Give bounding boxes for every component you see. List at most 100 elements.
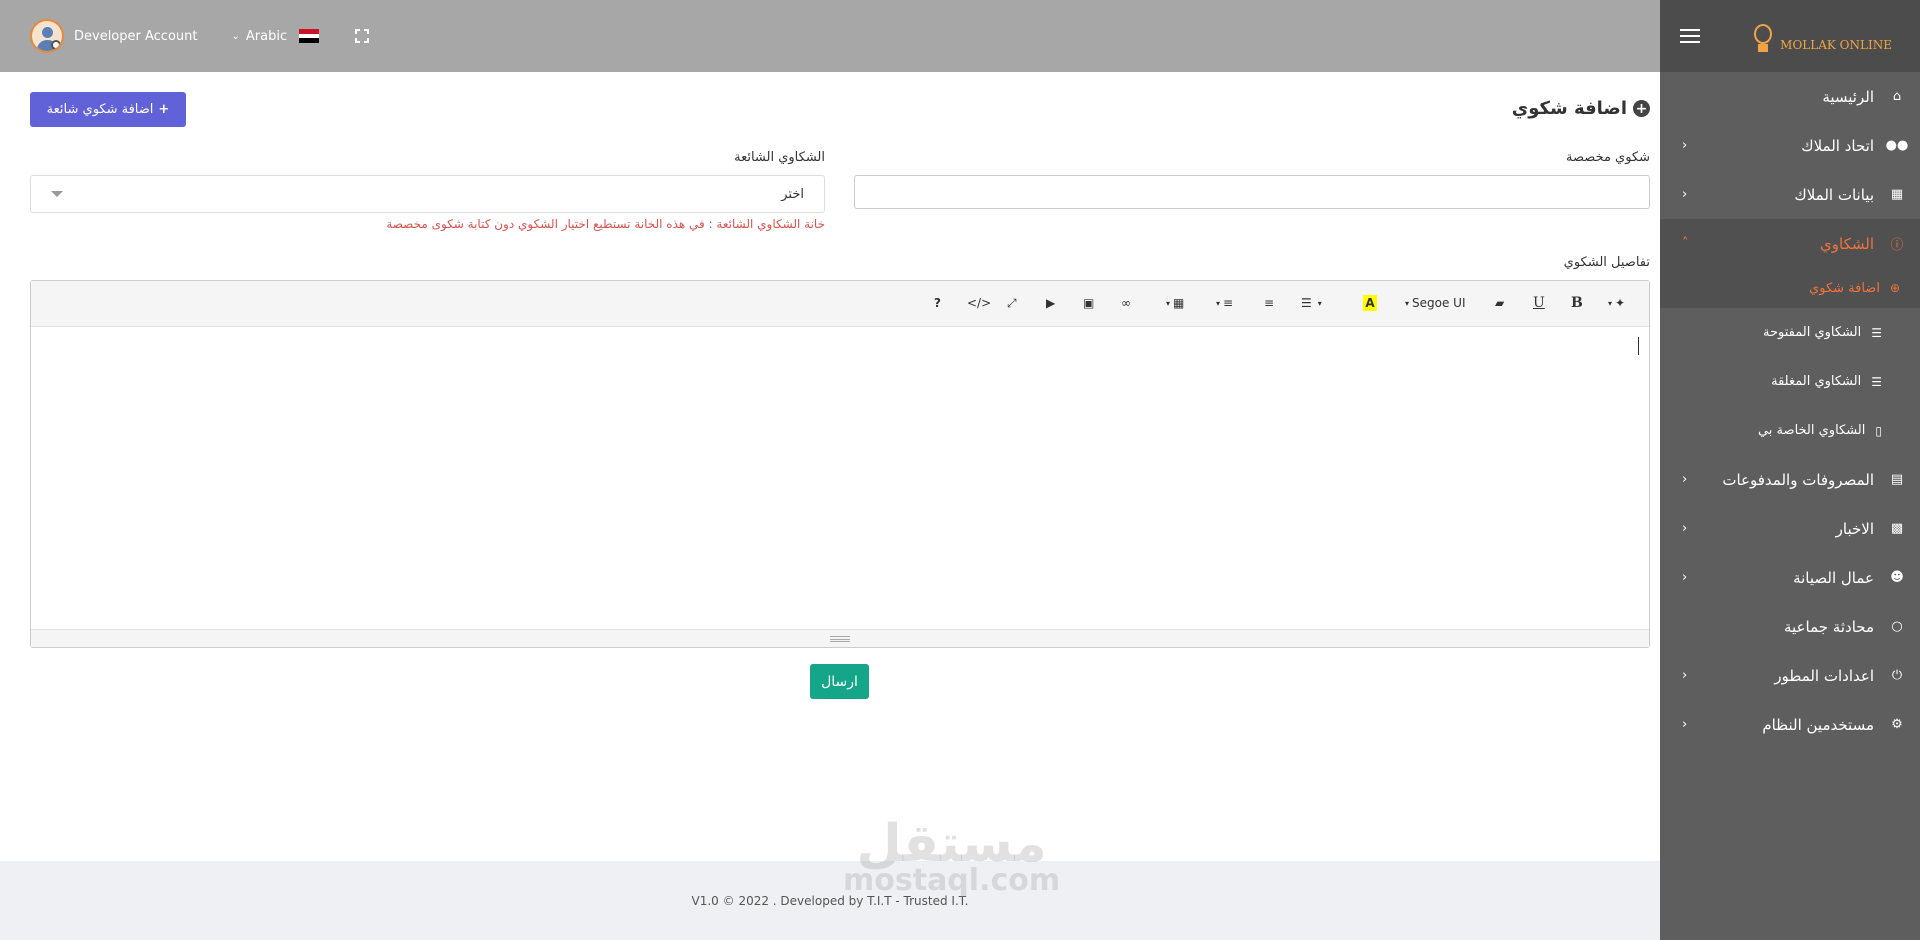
custom-complaint-input[interactable] [854,175,1650,209]
sidebar-item-label: اعدادات المطور [1774,666,1874,685]
resize-grip-icon[interactable] [830,635,850,642]
rich-text-editor: ▾ ✦ B U ▰ ▾ Segoe UI A ☰ ▾ ≡ ▾ ≡ ▾ ▦ ∞ ▣ ▶ ⤢ … [30,280,1650,648]
sidebar-item-maintenance-workers[interactable]: ☻ عمال الصيانة ‹ [1660,553,1920,602]
sidebar-item-news[interactable]: ▩ الاخبار ‹ [1660,504,1920,553]
list-filter-icon: ☰ [1871,374,1882,389]
sidebar-item-developer-settings[interactable]: ⏻ اعدادات المطور ‹ [1660,651,1920,700]
footer-text: V1.0 © 2022 . Developed by T.I.T - Trust… [691,893,969,908]
language-label: Arabic [245,28,288,44]
sidebar-item-owners-union[interactable]: ●● اتحاد الملاك ‹ [1660,121,1920,170]
chevron-left-icon: ‹ [1682,521,1688,536]
chevron-down-icon: ⌄ [231,30,240,42]
chat-icon: ○ [1891,619,1903,634]
chevron-up-icon: ˄ [1682,236,1689,251]
submenu-item-label: الشكاوي المفتوحة [1763,325,1862,340]
editor-resize-bar[interactable] [31,629,1649,647]
submenu-item-closed-complaints[interactable]: ☰ الشكاوي المغلقة [1660,357,1920,406]
fullscreen-toggle-icon[interactable]: ⤢ [1007,293,1017,313]
sidebar-item-label: عمال الصيانة [1793,568,1874,587]
underline-button[interactable]: U [1533,293,1545,313]
custom-complaint-label: شكوي مخصصة [1566,150,1650,165]
complaint-details-label: تفاصيل الشكوي [1563,255,1650,270]
common-complaints-hint: خانة الشكاوي الشائعة : في هذه الخانة تست… [386,217,825,231]
sidebar-item-label: اتحاد الملاك [1801,136,1874,155]
help-button[interactable]: ? [934,293,941,313]
font-family-dropdown[interactable]: ▾ Segoe UI [1405,293,1466,313]
common-complaints-label: الشكاوي الشائعة [734,150,825,165]
sidebar-item-complaints[interactable]: ⓘ الشكاوي ˄ [1660,219,1920,268]
plus-icon: + [158,102,170,117]
send-button[interactable]: ارسال [810,664,869,699]
page-title: + اضافة شكوي [1512,98,1650,119]
power-icon: ⏻ [1891,668,1903,683]
brand-logo[interactable]: MOLLAK ONLINE [1748,18,1892,54]
hamburger-menu-icon[interactable] [1680,29,1700,43]
egypt-flag-icon [299,29,320,44]
submenu-item-label: الشكاوي الخاصة بي [1757,423,1866,438]
sidebar-item-label: الرئيسية [1822,87,1874,106]
page-title-text: اضافة شكوي [1511,98,1627,119]
lightbulb-house-icon [1748,18,1778,54]
common-complaints-select[interactable]: اختر [30,175,825,213]
user-icon: ☻ [1890,570,1904,585]
table-icon[interactable]: ▾ ▦ [1166,293,1184,313]
chevron-left-icon: ‹ [1682,668,1688,683]
paragraph-align-icon[interactable]: ▾ ≡ [1216,293,1233,313]
sidebar-item-label: بيانات الملاك [1794,185,1874,204]
id-card-icon: ▦ [1890,187,1904,202]
dropdown-arrow-icon [51,191,63,197]
font-family-label: Segoe UI [1412,296,1466,310]
sidebar-item-home[interactable]: ⌂ الرئيسية [1660,72,1920,121]
button-label: اضافة شكوي شائعة [46,102,154,117]
user-avatar-icon[interactable] [30,19,64,53]
code-view-button[interactable]: </> [967,293,991,313]
link-icon[interactable]: ∞ [1121,293,1131,313]
highlight-color-button[interactable]: A [1363,295,1377,311]
footer: V1.0 © 2022 . Developed by T.I.T - Trust… [0,861,1660,940]
magic-style-icon[interactable]: ▾ ✦ [1608,293,1625,313]
top-header: Developer Account ⌄ Arabic [0,0,1660,72]
sidebar-item-group-chat[interactable]: ○ محادثة جماعية [1660,602,1920,651]
sidebar-item-expenses[interactable]: ▤ المصروفات والمدفوعات ‹ [1660,455,1920,504]
sidebar-item-label: مستخدمين النظام [1762,715,1874,734]
editor-content-area[interactable] [31,327,1649,627]
plus-circle-icon: ⊕ [1889,281,1900,295]
logo-text: MOLLAK ONLINE [1780,38,1892,52]
account-name[interactable]: Developer Account [74,29,197,44]
sidebar-header: MOLLAK ONLINE [1660,0,1920,72]
newspaper-icon: ▩ [1890,521,1904,536]
sidebar-item-label: الشكاوي [1820,234,1874,253]
eraser-icon[interactable]: ▰ [1495,293,1504,313]
submenu-item-open-complaints[interactable]: ☰ الشكاوي المفتوحة [1660,308,1920,357]
sidebar-item-owners-data[interactable]: ▦ بيانات الملاك ‹ [1660,170,1920,219]
video-icon[interactable]: ▶ [1046,293,1055,313]
sidebar-menu: ⌂ الرئيسية ●● اتحاد الملاك ‹ ▦ بيانات ال… [1660,72,1920,268]
sidebar-item-label: الاخبار [1835,519,1874,538]
complaints-submenu: ⊕ اضافة شكوي ☰ الشكاوي المفتوحة ☰ الشكاو… [1660,268,1920,455]
list-filter-icon: ☰ [1871,325,1882,340]
sidebar: MOLLAK ONLINE ⌂ الرئيسية ●● اتحاد الملاك… [1660,0,1920,940]
text-cursor [1638,337,1639,355]
users-icon: ●● [1885,138,1909,153]
fullscreen-icon[interactable] [355,29,370,43]
bold-button[interactable]: B [1571,293,1583,313]
chevron-left-icon: ‹ [1682,570,1688,585]
unordered-list-icon[interactable]: ☰ ▾ [1301,293,1322,313]
mouse-icon: ▯ [1875,423,1882,438]
language-selector[interactable]: ⌄ Arabic [231,28,320,44]
chevron-left-icon: ‹ [1682,472,1688,487]
add-common-complaint-button[interactable]: + اضافة شكوي شائعة [30,92,186,127]
submenu-item-my-complaints[interactable]: ▯ الشكاوي الخاصة بي [1660,406,1920,455]
submenu-item-add-complaint[interactable]: ⊕ اضافة شكوي [1660,268,1920,308]
select-value: اختر [781,186,804,202]
submenu-item-label: اضافة شكوي [1809,280,1880,296]
money-icon: ▤ [1890,472,1904,487]
submenu-item-label: الشكاوي المغلقة [1771,374,1862,389]
ordered-list-icon[interactable]: ≡ [1264,293,1274,313]
editor-toolbar: ▾ ✦ B U ▰ ▾ Segoe UI A ☰ ▾ ≡ ▾ ≡ ▾ ▦ ∞ ▣ ▶ ⤢ … [31,281,1649,327]
chevron-left-icon: ‹ [1682,717,1688,732]
image-icon[interactable]: ▣ [1083,293,1094,313]
sidebar-item-system-users[interactable]: ⚙ مستخدمين النظام ‹ [1660,700,1920,749]
chevron-left-icon: ‹ [1682,187,1688,202]
gear-icon: ⚙ [1891,717,1903,732]
